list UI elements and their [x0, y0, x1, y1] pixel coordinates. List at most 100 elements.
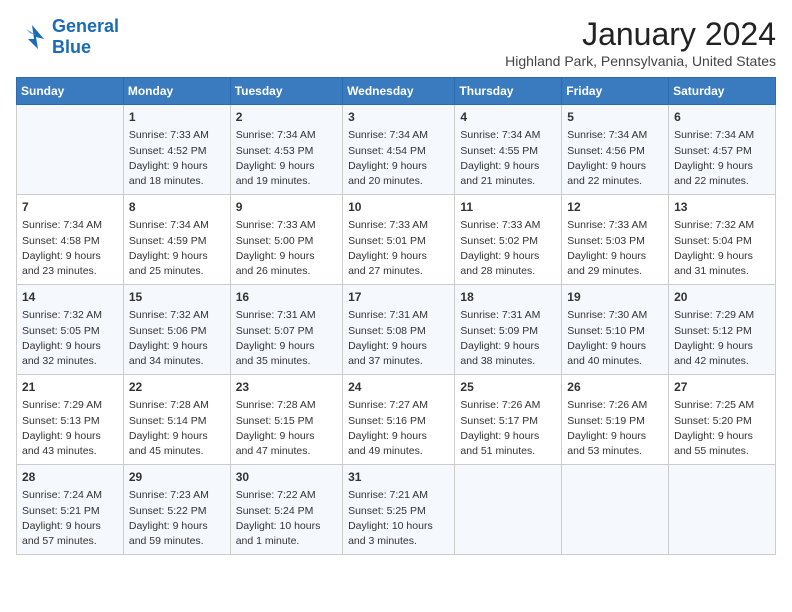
location-subtitle: Highland Park, Pennsylvania, United Stat…	[505, 53, 776, 69]
calendar-cell	[562, 465, 669, 555]
day-number: 11	[460, 199, 556, 216]
cell-info-line: Daylight: 9 hours	[236, 249, 337, 264]
calendar-cell: 24Sunrise: 7:27 AMSunset: 5:16 PMDayligh…	[343, 375, 455, 465]
cell-info-line: Sunrise: 7:28 AM	[236, 398, 337, 413]
calendar-cell: 29 Sunrise: 7:23 AMSunset: 5:22 PMDayligh…	[123, 465, 230, 555]
cell-info-line: and 40 minutes.	[567, 354, 663, 369]
cell-info-line: Daylight: 9 hours	[129, 339, 225, 354]
cell-info-line: and 27 minutes.	[348, 264, 449, 279]
day-number: 10	[348, 199, 449, 216]
cell-info-line: Daylight: 9 hours	[674, 429, 770, 444]
calendar-cell	[17, 105, 124, 195]
day-number: 7	[22, 199, 118, 216]
cell-info-line: and 47 minutes.	[236, 444, 337, 459]
cell-info-line: Sunset: 5:25 PM	[348, 504, 449, 519]
cell-info-line: Daylight: 9 hours	[22, 249, 118, 264]
calendar-cell: 12Sunrise: 7:33 AMSunset: 5:03 PMDayligh…	[562, 195, 669, 285]
cell-info-line: and 59 minutes.	[129, 534, 225, 549]
cell-info-line: Sunset: 5:04 PM	[674, 234, 770, 249]
cell-info-line: Sunrise: 7:26 AM	[567, 398, 663, 413]
day-number: 6	[674, 109, 770, 126]
cell-info-line: and 35 minutes.	[236, 354, 337, 369]
cell-info-line: Daylight: 9 hours	[460, 159, 556, 174]
cell-info-line: Sunrise: 7:32 AM	[129, 308, 225, 323]
calendar-cell: 23Sunrise: 7:28 AMSunset: 5:15 PMDayligh…	[230, 375, 342, 465]
day-number: 19	[567, 289, 663, 306]
cell-info-line: Daylight: 9 hours	[674, 159, 770, 174]
day-number: 29	[129, 469, 225, 486]
cell-info-line: Sunset: 5:12 PM	[674, 324, 770, 339]
cell-info-line: Sunrise: 7:34 AM	[348, 128, 449, 143]
cell-info-line: and 18 minutes.	[129, 174, 225, 189]
day-number: 9	[236, 199, 337, 216]
calendar-cell: 13 Sunrise: 7:32 AMSunset: 5:04 PMDayligh…	[669, 195, 776, 285]
cell-info-line: Daylight: 9 hours	[567, 429, 663, 444]
cell-info-line: Daylight: 9 hours	[236, 429, 337, 444]
cell-info-line: Daylight: 9 hours	[460, 339, 556, 354]
cell-info-line: Sunset: 4:56 PM	[567, 144, 663, 159]
cell-info-line: Sunrise: 7:34 AM	[236, 128, 337, 143]
calendar-week-row: 28Sunrise: 7:24 AMSunset: 5:21 PMDayligh…	[17, 465, 776, 555]
day-number: 28	[22, 469, 118, 486]
day-number: 17	[348, 289, 449, 306]
day-number: 26	[567, 379, 663, 396]
calendar-cell: 22Sunrise: 7:28 AMSunset: 5:14 PMDayligh…	[123, 375, 230, 465]
calendar-cell: 8Sunrise: 7:34 AMSunset: 4:59 PMDaylight…	[123, 195, 230, 285]
cell-info-line: Daylight: 9 hours	[129, 249, 225, 264]
cell-info-line: Daylight: 9 hours	[348, 249, 449, 264]
calendar-cell: 21Sunrise: 7:29 AMSunset: 5:13 PMDayligh…	[17, 375, 124, 465]
cell-info-line: Sunrise: 7:25 AM	[674, 398, 770, 413]
cell-info-line: Daylight: 9 hours	[129, 159, 225, 174]
cell-info-line: and 43 minutes.	[22, 444, 118, 459]
cell-info-line: Sunrise: 7:23 AM	[129, 488, 225, 503]
day-number: 5	[567, 109, 663, 126]
cell-info-line: Sunrise: 7:33 AM	[236, 218, 337, 233]
cell-info-line: Sunset: 5:03 PM	[567, 234, 663, 249]
calendar-cell: 4Sunrise: 7:34 AMSunset: 4:55 PMDaylight…	[455, 105, 562, 195]
calendar-week-row: 21Sunrise: 7:29 AMSunset: 5:13 PMDayligh…	[17, 375, 776, 465]
cell-info-line: and 25 minutes.	[129, 264, 225, 279]
cell-info-line: Sunset: 5:08 PM	[348, 324, 449, 339]
cell-info-line: Daylight: 9 hours	[674, 249, 770, 264]
day-number: 1	[129, 109, 225, 126]
cell-info-line: and 22 minutes.	[674, 174, 770, 189]
cell-info-line: Daylight: 9 hours	[129, 429, 225, 444]
calendar-cell: 10Sunrise: 7:33 AMSunset: 5:01 PMDayligh…	[343, 195, 455, 285]
calendar-cell: 2Sunrise: 7:34 AMSunset: 4:53 PMDaylight…	[230, 105, 342, 195]
cell-info-line: and 3 minutes.	[348, 534, 449, 549]
calendar-cell: 27Sunrise: 7:25 AMSunset: 5:20 PMDayligh…	[669, 375, 776, 465]
cell-info-line: Sunset: 5:22 PM	[129, 504, 225, 519]
calendar-cell	[669, 465, 776, 555]
cell-info-line: Sunrise: 7:32 AM	[674, 218, 770, 233]
cell-info-line: Sunrise: 7:22 AM	[236, 488, 337, 503]
logo: General Blue	[16, 16, 119, 58]
calendar-cell: 26 Sunrise: 7:26 AMSunset: 5:19 PMDayligh…	[562, 375, 669, 465]
page-header: General Blue January 2024 Highland Park,…	[16, 16, 776, 69]
cell-info-line: Daylight: 9 hours	[129, 519, 225, 534]
cell-info-line: Sunrise: 7:33 AM	[348, 218, 449, 233]
cell-info-line: Daylight: 9 hours	[567, 339, 663, 354]
cell-info-line: Sunrise: 7:32 AM	[22, 308, 118, 323]
calendar-cell: 9Sunrise: 7:33 AMSunset: 5:00 PMDaylight…	[230, 195, 342, 285]
cell-info-line: Sunrise: 7:33 AM	[460, 218, 556, 233]
cell-info-line: Sunrise: 7:29 AM	[674, 308, 770, 323]
cell-info-line: and 51 minutes.	[460, 444, 556, 459]
calendar-cell: 19Sunrise: 7:30 AMSunset: 5:10 PMDayligh…	[562, 285, 669, 375]
cell-info-line: and 22 minutes.	[567, 174, 663, 189]
cell-info-line: and 19 minutes.	[236, 174, 337, 189]
cell-info-line: and 21 minutes.	[460, 174, 556, 189]
cell-info-line: Sunset: 5:19 PM	[567, 414, 663, 429]
column-header-wednesday: Wednesday	[343, 78, 455, 105]
cell-info-line: and 38 minutes.	[460, 354, 556, 369]
calendar-header-row: SundayMondayTuesdayWednesdayThursdayFrid…	[17, 78, 776, 105]
calendar-cell: 30Sunrise: 7:22 AMSunset: 5:24 PMDayligh…	[230, 465, 342, 555]
cell-info-line: Daylight: 9 hours	[567, 249, 663, 264]
cell-info-line: and 28 minutes.	[460, 264, 556, 279]
cell-info-line: and 57 minutes.	[22, 534, 118, 549]
calendar-cell	[455, 465, 562, 555]
day-number: 4	[460, 109, 556, 126]
cell-info-line: Sunset: 5:02 PM	[460, 234, 556, 249]
day-number: 14	[22, 289, 118, 306]
day-number: 13	[674, 199, 770, 216]
cell-info-line: Daylight: 9 hours	[22, 339, 118, 354]
